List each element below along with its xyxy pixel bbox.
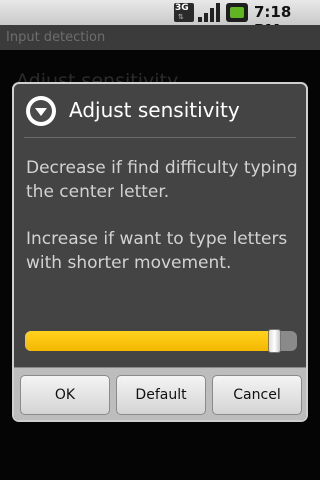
default-button[interactable]: Default bbox=[116, 375, 206, 415]
adjust-sensitivity-dialog: Adjust sensitivity Decrease if find diff… bbox=[12, 82, 308, 422]
data-arrows-glyph: ⇅ bbox=[178, 13, 184, 21]
dialog-message-decrease: Decrease if find difficulty typing the c… bbox=[26, 158, 298, 202]
cancel-button[interactable]: Cancel bbox=[212, 375, 302, 415]
dialog-title: Adjust sensitivity bbox=[69, 98, 240, 122]
ok-button[interactable]: OK bbox=[20, 375, 110, 415]
3g-data-icon: 3G ⇅ bbox=[174, 3, 194, 22]
activity-title: Input detection bbox=[0, 25, 320, 50]
status-bar: 3G ⇅ 7:18 PM bbox=[0, 0, 320, 39]
dialog-button-bar: OK Default Cancel bbox=[14, 367, 306, 420]
slider-thumb[interactable] bbox=[268, 329, 281, 353]
dialog-message-increase: Increase if want to type letters with sh… bbox=[26, 229, 288, 273]
dialog-header: Adjust sensitivity bbox=[14, 84, 306, 139]
battery-icon bbox=[226, 3, 248, 22]
signal-strength-icon bbox=[198, 3, 220, 22]
network-type-label: 3G bbox=[175, 3, 189, 13]
dialog-divider bbox=[24, 137, 296, 138]
slider-progress-fill bbox=[25, 331, 271, 351]
sensitivity-slider[interactable] bbox=[25, 329, 297, 353]
dropdown-circle-icon bbox=[26, 96, 56, 126]
